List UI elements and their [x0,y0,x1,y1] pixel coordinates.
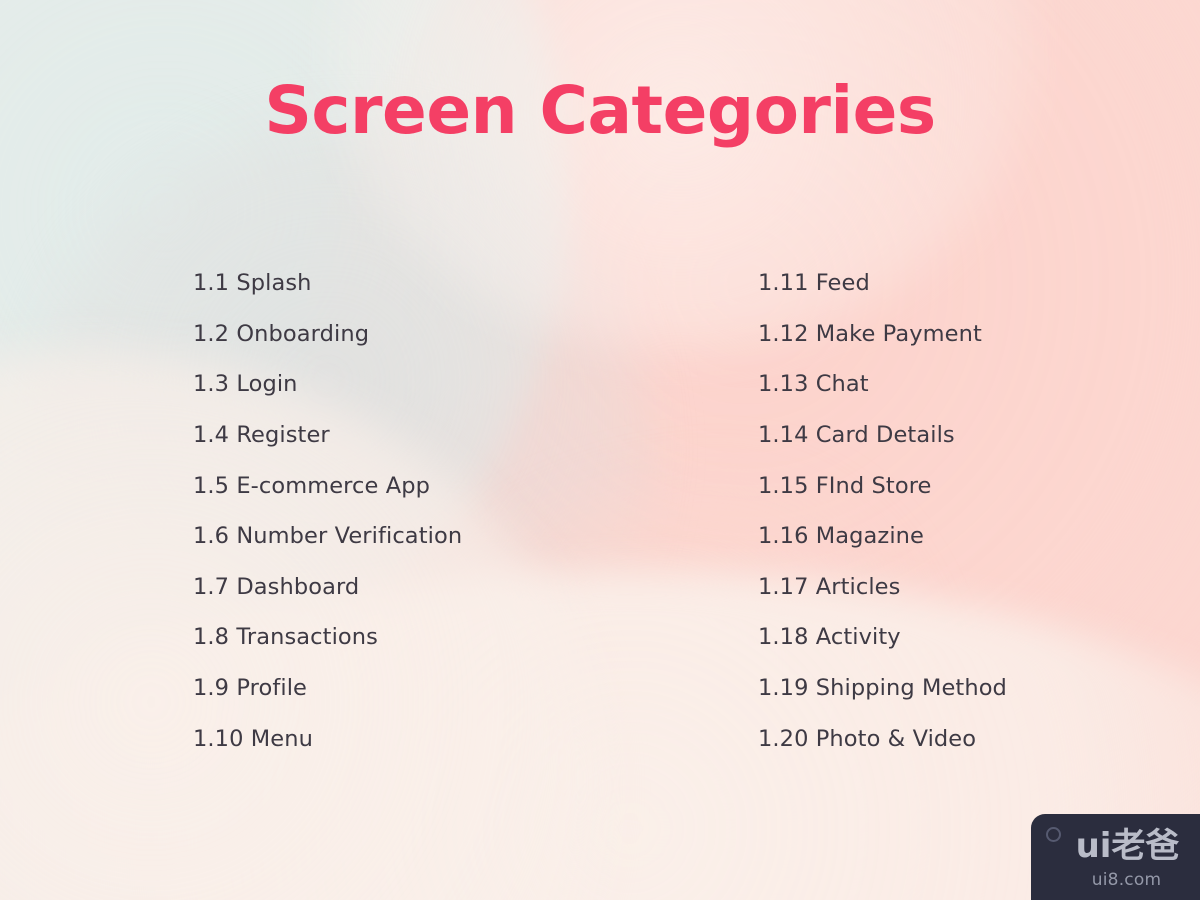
page-title: Screen Categories [264,72,936,149]
watermark-url-text: ui8.com [1091,870,1162,890]
list-item[interactable]: 1.18 Activity [758,612,1007,663]
list-item[interactable]: 1.8 Transactions [193,612,462,663]
list-item[interactable]: 1.12 Make Payment [758,309,1007,360]
slide-content: Screen Categories 1.1 Splash 1.2 Onboard… [0,0,1200,900]
watermark-badge: ui老爸 ui8.com [1031,814,1200,900]
list-item[interactable]: 1.7 Dashboard [193,562,462,613]
category-list-right: 1.11 Feed 1.12 Make Payment 1.13 Chat 1.… [758,258,1007,764]
list-item[interactable]: 1.19 Shipping Method [758,663,1007,714]
list-item[interactable]: 1.10 Menu [193,713,462,764]
list-item[interactable]: 1.13 Chat [758,359,1007,410]
list-item[interactable]: 1.6 Number Verification [193,511,462,562]
list-item[interactable]: 1.5 E-commerce App [193,460,462,511]
list-item[interactable]: 1.20 Photo & Video [758,713,1007,764]
list-item[interactable]: 1.4 Register [193,410,462,461]
slide-canvas: Screen Categories 1.1 Splash 1.2 Onboard… [0,0,1200,900]
category-list-left: 1.1 Splash 1.2 Onboarding 1.3 Login 1.4 … [193,258,462,764]
list-item[interactable]: 1.1 Splash [193,258,462,309]
list-item[interactable]: 1.11 Feed [758,258,1007,309]
list-item[interactable]: 1.16 Magazine [758,511,1007,562]
list-item[interactable]: 1.3 Login [193,359,462,410]
list-item[interactable]: 1.17 Articles [758,562,1007,613]
list-item[interactable]: 1.2 Onboarding [193,309,462,360]
watermark-logo-text: ui老爸 [1075,826,1180,866]
list-item[interactable]: 1.14 Card Details [758,410,1007,461]
list-item[interactable]: 1.15 FInd Store [758,460,1007,511]
list-item[interactable]: 1.9 Profile [193,663,462,714]
